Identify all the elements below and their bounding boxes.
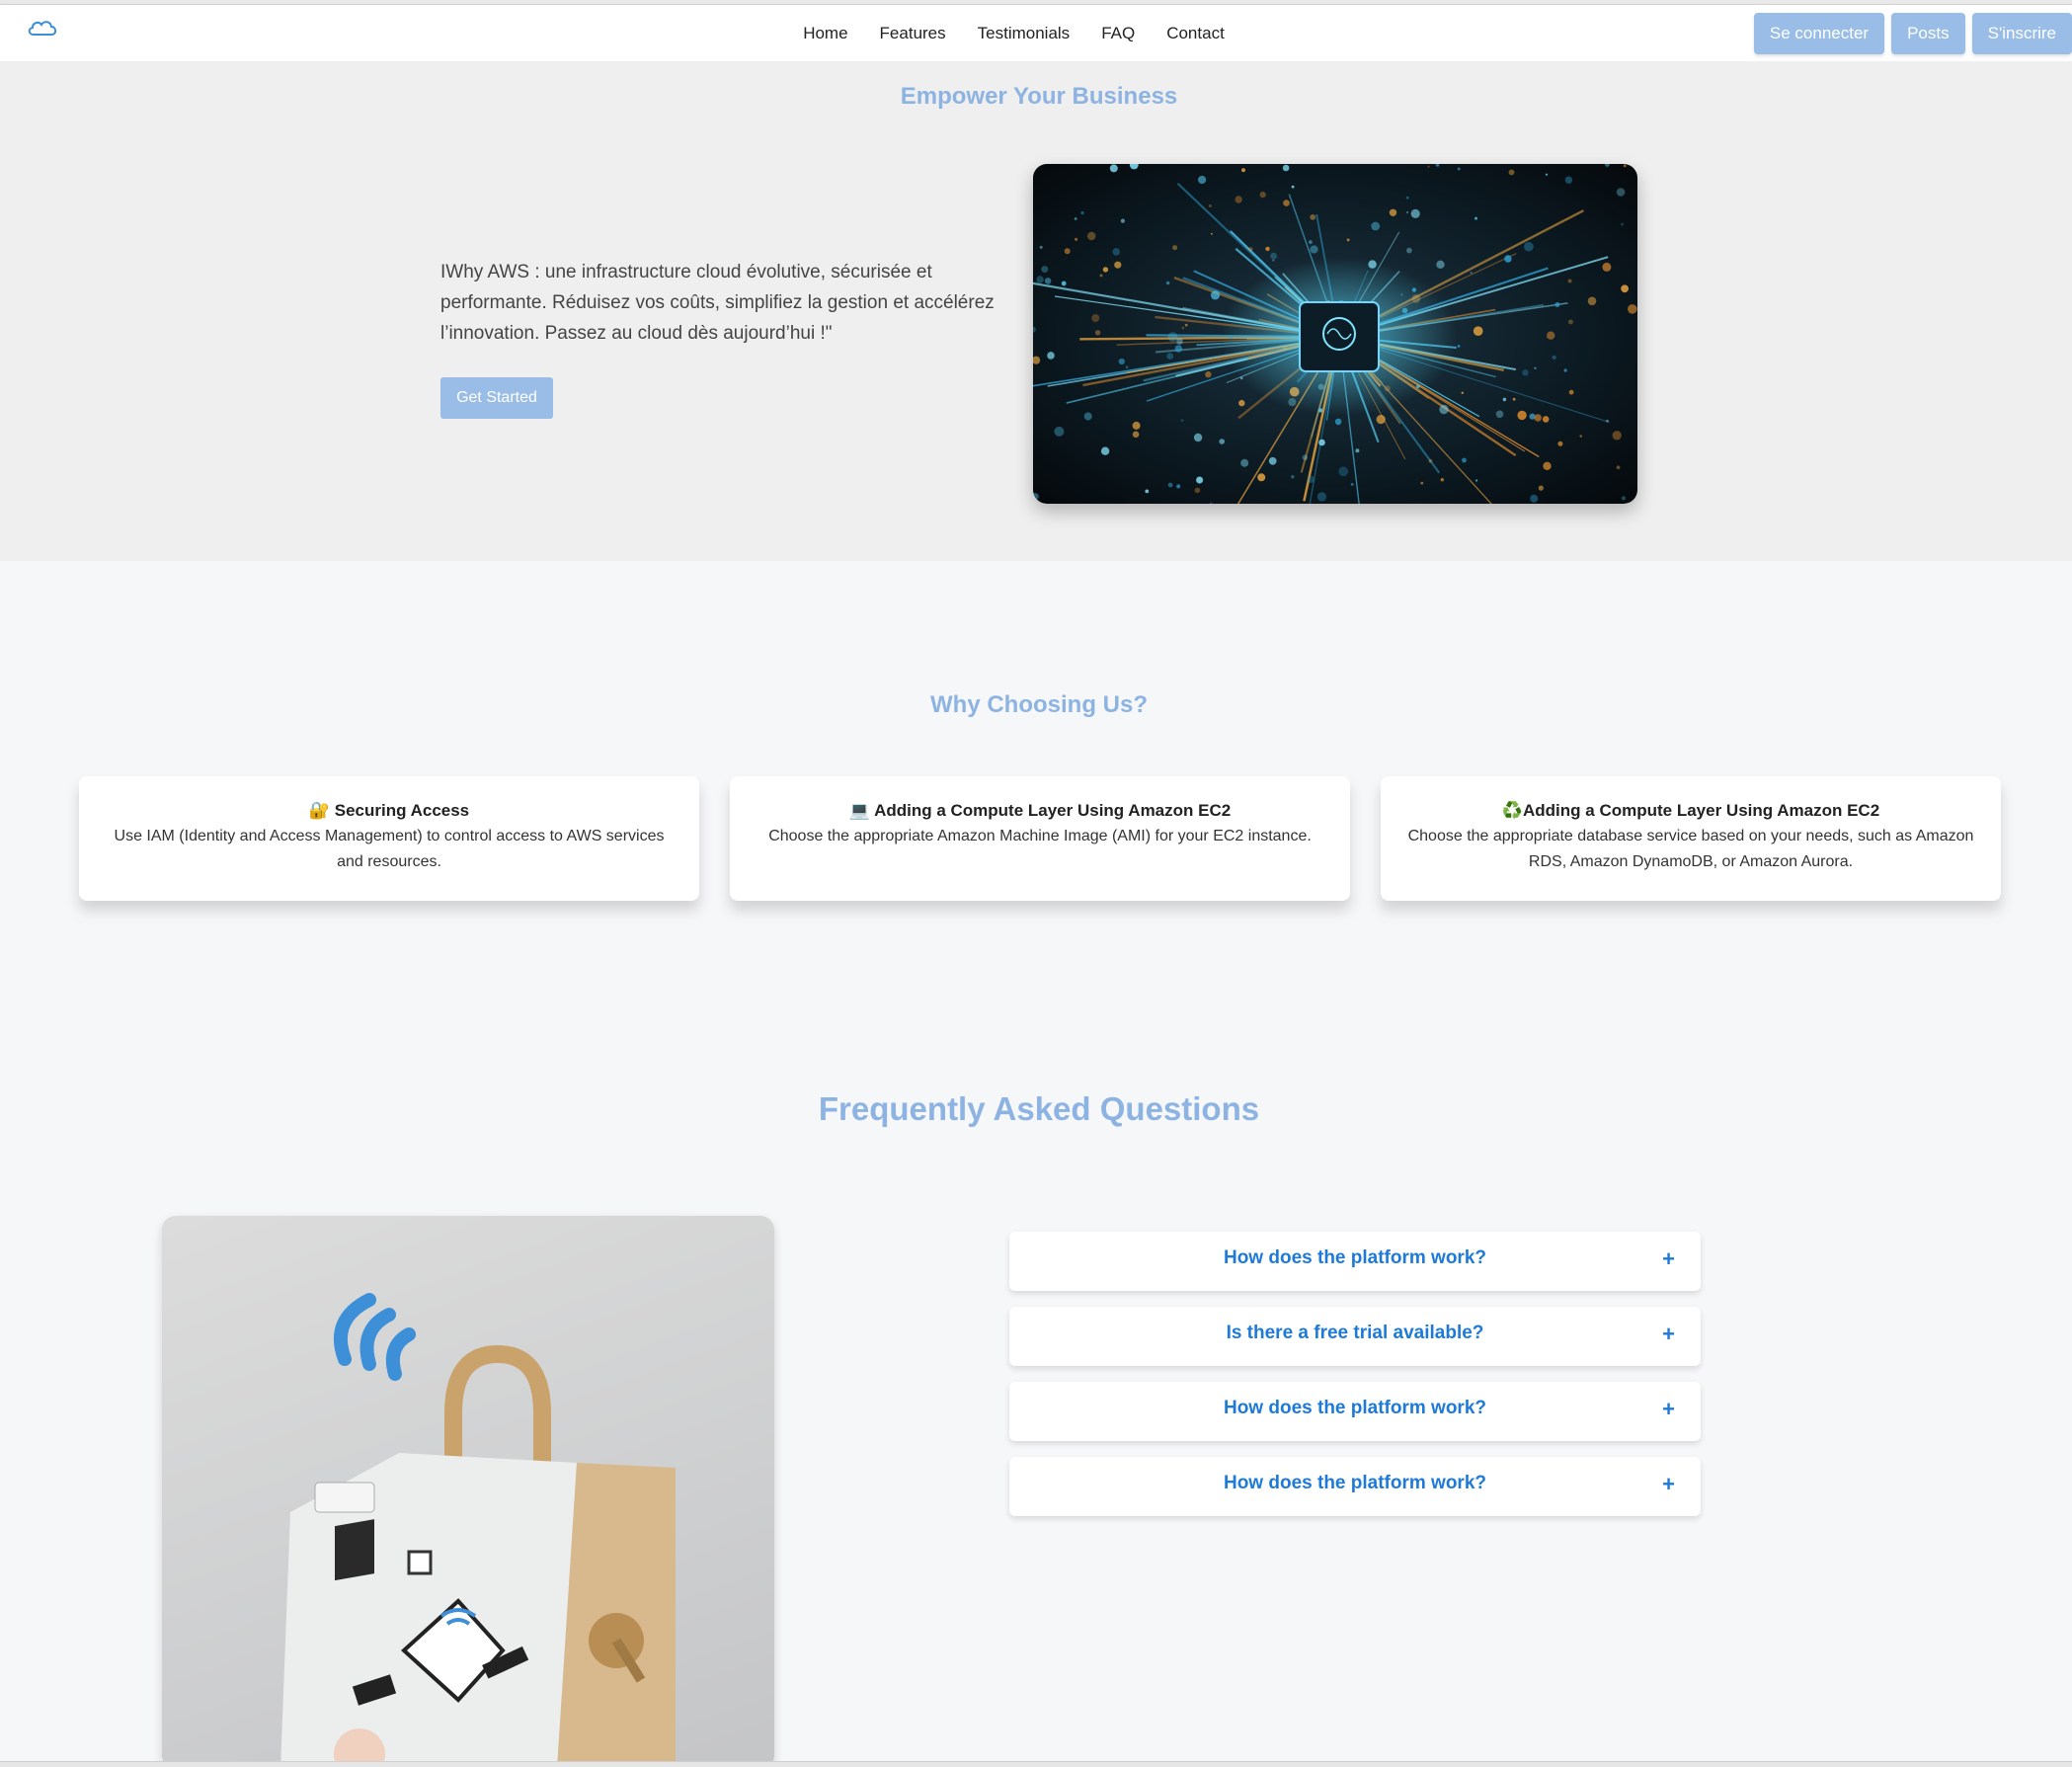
feature-card-compute-ec2: 💻 Adding a Compute Layer Using Amazon EC… [730,776,1350,901]
faq-item[interactable]: How does the platform work? + [1009,1457,1701,1516]
faq-title: Frequently Asked Questions [818,1090,1260,1127]
hero-text: IWhy AWS : une infrastructure cloud évol… [440,262,995,344]
bottom-strip [0,1761,2072,1767]
get-started-button[interactable]: Get Started [440,377,553,419]
card-title: ♻️Adding a Compute Layer Using Amazon EC… [1381,801,2001,821]
card-title-text: Adding a Compute Layer Using Amazon EC2 [1523,801,1880,820]
faq-question[interactable]: How does the platform work? [1009,1398,1701,1419]
hero-title: Empower Your Business [900,83,1178,110]
card-description: Choose the appropriate Amazon Machine Im… [768,828,1312,844]
card-description: Choose the appropriate database service … [1407,828,1974,870]
circuit-board-image [1033,164,1637,504]
plus-icon[interactable]: + [1662,1472,1675,1497]
card-description: Use IAM (Identity and Access Management)… [114,828,665,870]
signup-button[interactable]: S'inscrire [1971,13,2072,54]
plus-icon[interactable]: + [1662,1397,1675,1422]
nav-testimonials[interactable]: Testimonials [962,24,1086,43]
hero-section: Empower Your Business IWhy AWS : une inf… [0,61,2072,561]
why-title: Why Choosing Us? [930,691,1148,718]
smart-home-lock-image [162,1216,774,1767]
nav-contact[interactable]: Contact [1151,24,1240,43]
site-header: Home Features Testimonials FAQ Contact S… [0,5,2072,61]
nav-features[interactable]: Features [864,24,962,43]
login-button[interactable]: Se connecter [1753,13,1885,54]
feature-card-securing-access: 🔐 Securing Access Use IAM (Identity and … [79,776,699,901]
faq-question[interactable]: Is there a free trial available? [1009,1323,1701,1344]
lock-icon: 🔐 [308,801,331,820]
card-title-text: Securing Access [334,801,470,820]
laptop-icon: 💻 [848,801,870,820]
auth-buttons: Se connecter Posts S'inscrire [1753,13,2072,54]
card-title: 💻 Adding a Compute Layer Using Amazon EC… [730,801,1350,821]
faq-item[interactable]: How does the platform work? + [1009,1382,1701,1441]
card-title-text: Adding a Compute Layer Using Amazon EC2 [874,801,1232,820]
recycle-icon: ♻️ [1501,801,1524,820]
plus-icon[interactable]: + [1662,1322,1675,1347]
faq-question[interactable]: How does the platform work? [1009,1473,1701,1494]
posts-button[interactable]: Posts [1891,13,1965,54]
nav-home[interactable]: Home [787,24,863,43]
faq-item[interactable]: Is there a free trial available? + [1009,1307,1701,1366]
feature-card-database: ♻️Adding a Compute Layer Using Amazon EC… [1381,776,2001,901]
faq-item[interactable]: How does the platform work? + [1009,1232,1701,1291]
card-title: 🔐 Securing Access [79,801,699,821]
plus-icon[interactable]: + [1662,1246,1675,1272]
cloud-icon[interactable] [26,17,59,39]
faq-question[interactable]: How does the platform work? [1009,1247,1701,1269]
nav-faq[interactable]: FAQ [1085,24,1151,43]
